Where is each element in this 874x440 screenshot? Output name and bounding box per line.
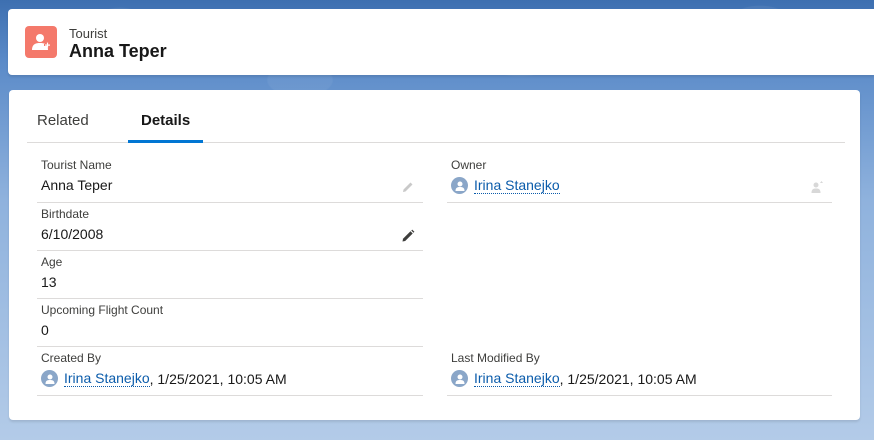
field-value: 6/10/2008 xyxy=(41,226,104,242)
field-label: Upcoming Flight Count xyxy=(41,303,164,317)
user-avatar-icon xyxy=(451,370,468,387)
object-type-label: Tourist xyxy=(69,26,108,41)
record-detail-card: Related Details Tourist Name Anna Teper … xyxy=(9,90,860,420)
created-by-user-link[interactable]: Irina Stanejko xyxy=(64,370,150,387)
field-value: Anna Teper xyxy=(41,177,113,193)
tourist-people-icon xyxy=(25,26,57,58)
edit-pencil-icon[interactable] xyxy=(401,180,417,196)
field-value: Irina Stanejko , 1/25/2021, 10:05 AM xyxy=(451,370,697,387)
owner-user-link[interactable]: Irina Stanejko xyxy=(474,177,560,194)
field-label: Birthdate xyxy=(41,207,90,221)
field-birthdate: Birthdate 6/10/2008 xyxy=(37,203,423,251)
field-label: Created By xyxy=(41,351,102,365)
field-value: 13 xyxy=(41,274,57,290)
tab-bar: Related Details xyxy=(27,90,845,143)
field-owner: Owner Irina Stanejko xyxy=(447,154,832,203)
field-last-modified-by: Last Modified By Irina Stanejko , 1/25/2… xyxy=(447,347,832,396)
created-by-timestamp: , 1/25/2021, 10:05 AM xyxy=(149,370,287,387)
tab-details[interactable]: Details xyxy=(127,112,204,143)
field-created-by: Created By Irina Stanejko , 1/25/2021, 1… xyxy=(37,347,423,396)
record-title: Anna Teper xyxy=(69,41,167,61)
edit-pencil-icon[interactable] xyxy=(401,229,417,245)
last-modified-by-user-link[interactable]: Irina Stanejko xyxy=(474,370,560,387)
user-avatar-icon xyxy=(451,177,468,194)
field-tourist-name: Tourist Name Anna Teper xyxy=(37,154,423,203)
last-modified-by-timestamp: , 1/25/2021, 10:05 AM xyxy=(559,370,697,387)
field-label: Age xyxy=(41,255,63,269)
field-value: Irina Stanejko , 1/25/2021, 10:05 AM xyxy=(41,370,287,387)
record-header: Tourist Anna Teper xyxy=(8,9,874,75)
tab-related[interactable]: Related xyxy=(37,112,89,140)
field-label: Last Modified By xyxy=(451,351,540,365)
user-avatar-icon xyxy=(41,370,58,387)
field-upcoming-flight-count: Upcoming Flight Count 0 xyxy=(37,299,423,347)
field-label: Owner xyxy=(451,158,487,172)
field-value: 0 xyxy=(41,322,49,338)
field-label: Tourist Name xyxy=(41,158,112,172)
field-age: Age 13 xyxy=(37,251,423,299)
field-value: Irina Stanejko xyxy=(451,177,560,194)
change-owner-icon[interactable] xyxy=(810,180,826,196)
